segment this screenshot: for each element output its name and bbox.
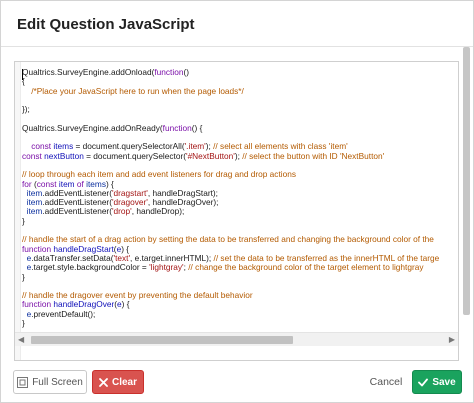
code-line: } <box>22 216 458 226</box>
horizontal-scrollbar[interactable]: ◀ ▶ <box>15 332 458 346</box>
dialog-footer: Full Screen Clear Cancel Save <box>1 363 473 403</box>
save-label: Save <box>432 376 456 388</box>
clear-button[interactable]: Clear <box>92 370 144 394</box>
code-token: Qualtrics.SurveyEngine.addOnReady( <box>22 122 163 133</box>
code-token: .addEventListener( <box>42 206 112 217</box>
code-line: /*Place your JavaScript here to run when… <box>22 85 458 96</box>
code-token: () <box>183 68 189 77</box>
cancel-label: Cancel <box>369 376 403 388</box>
clear-label: Clear <box>111 376 137 388</box>
code-token: 'drop' <box>111 206 132 217</box>
text-cursor <box>22 69 23 80</box>
vertical-scroll-thumb[interactable] <box>463 47 470 315</box>
code-line: } <box>22 272 458 282</box>
code-token: .target.style.backgroundColor = <box>31 262 150 273</box>
scroll-right-icon[interactable]: ▶ <box>449 335 455 344</box>
code-token: 'lightgray' <box>149 262 184 273</box>
code-token: () { <box>191 122 203 133</box>
code-editor[interactable]: Qualtrics.SurveyEngine.addOnload(functio… <box>14 61 459 361</box>
code-line: item.addEventListener('drop', handleDrop… <box>22 207 458 216</box>
code-token: // change the background color of the ta… <box>188 262 424 273</box>
full-screen-label: Full Screen <box>32 376 83 388</box>
code-line: const nextButton = document.querySelecto… <box>22 150 458 161</box>
code-token: .preventDefault(); <box>31 308 96 319</box>
code-token: '#NextButton' <box>185 150 235 161</box>
code-line: Qualtrics.SurveyEngine.addOnload(functio… <box>22 68 458 77</box>
cancel-button[interactable]: Cancel <box>366 370 406 394</box>
code-line: } <box>22 318 458 328</box>
code-token: function <box>154 68 184 77</box>
code-area[interactable]: Qualtrics.SurveyEngine.addOnload(functio… <box>22 68 458 336</box>
code-token: = document.querySelector( <box>83 150 186 161</box>
code-token: nextButton <box>44 150 84 161</box>
horizontal-scroll-thumb[interactable] <box>31 336 293 344</box>
check-icon <box>418 378 429 387</box>
dialog-title: Edit Question JavaScript <box>17 16 195 33</box>
code-token: , handleDrop); <box>131 206 185 217</box>
code-token: // select the button with ID 'NextButton… <box>242 150 385 161</box>
save-button[interactable]: Save <box>412 370 462 394</box>
x-icon <box>99 377 108 387</box>
code-line: }); <box>22 105 458 114</box>
scroll-left-icon[interactable]: ◀ <box>18 335 24 344</box>
code-line: Qualtrics.SurveyEngine.addOnReady(functi… <box>22 122 458 133</box>
full-screen-button[interactable]: Full Screen <box>13 370 87 394</box>
code-token: /*Place your JavaScript here to run when… <box>22 85 244 96</box>
dialog-header: Edit Question JavaScript <box>1 1 473 47</box>
code-token: function <box>162 122 192 133</box>
code-token: item <box>26 206 43 217</box>
expand-icon <box>17 376 29 388</box>
code-token: Qualtrics.SurveyEngine.addOnload( <box>22 68 155 77</box>
editor-gutter <box>15 62 21 360</box>
code-line: e.target.style.backgroundColor = 'lightg… <box>22 263 458 272</box>
code-token: ) { <box>121 299 130 310</box>
code-line: e.preventDefault(); <box>22 308 458 319</box>
edit-javascript-dialog: Edit Question JavaScript Qualtrics.Surve… <box>0 0 474 403</box>
code-token: const <box>22 150 42 161</box>
